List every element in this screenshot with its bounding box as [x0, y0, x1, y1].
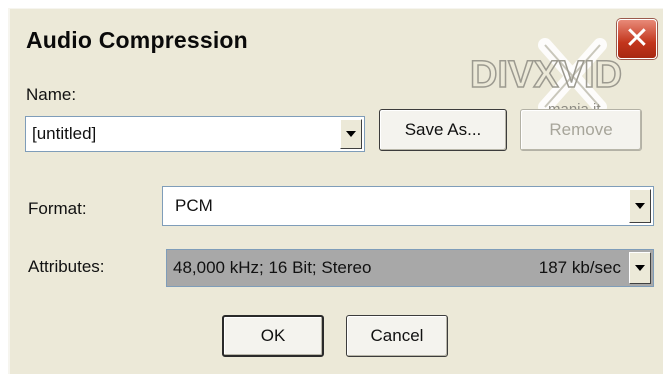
attributes-combobox[interactable]: 48,000 kHz; 16 Bit; Stereo 187 kb/sec: [166, 249, 654, 287]
dialog-title: Audio Compression: [26, 27, 248, 53]
name-dropdown-button[interactable]: [340, 119, 362, 149]
attributes-label: Attributes:: [28, 257, 105, 276]
attributes-dropdown-button[interactable]: [629, 252, 651, 284]
chevron-down-icon: [635, 203, 645, 209]
format-combobox[interactable]: PCM: [162, 186, 654, 226]
format-dropdown-button[interactable]: [629, 189, 651, 223]
title-bar: Audio Compression ✕: [10, 9, 663, 65]
chevron-down-icon: [346, 131, 356, 137]
attributes-value: 48,000 kHz; 16 Bit; Stereo: [173, 258, 372, 277]
name-label: Name:: [26, 85, 77, 104]
format-value: PCM: [175, 196, 213, 215]
cancel-button[interactable]: Cancel: [346, 315, 448, 357]
name-combobox[interactable]: [untitled]: [25, 116, 365, 152]
remove-button[interactable]: Remove: [520, 109, 642, 151]
audio-compression-dialog: Audio Compression ✕ DIVXVID mania.it Nam…: [8, 8, 663, 374]
name-value: [untitled]: [32, 124, 97, 143]
format-label: Format:: [28, 199, 87, 218]
chevron-down-icon: [635, 265, 645, 271]
save-as-button[interactable]: Save As...: [379, 109, 507, 151]
close-icon: ✕: [624, 21, 650, 56]
attributes-rate: 187 kb/sec: [538, 258, 621, 277]
close-button[interactable]: ✕: [617, 19, 657, 59]
ok-button[interactable]: OK: [222, 315, 324, 357]
